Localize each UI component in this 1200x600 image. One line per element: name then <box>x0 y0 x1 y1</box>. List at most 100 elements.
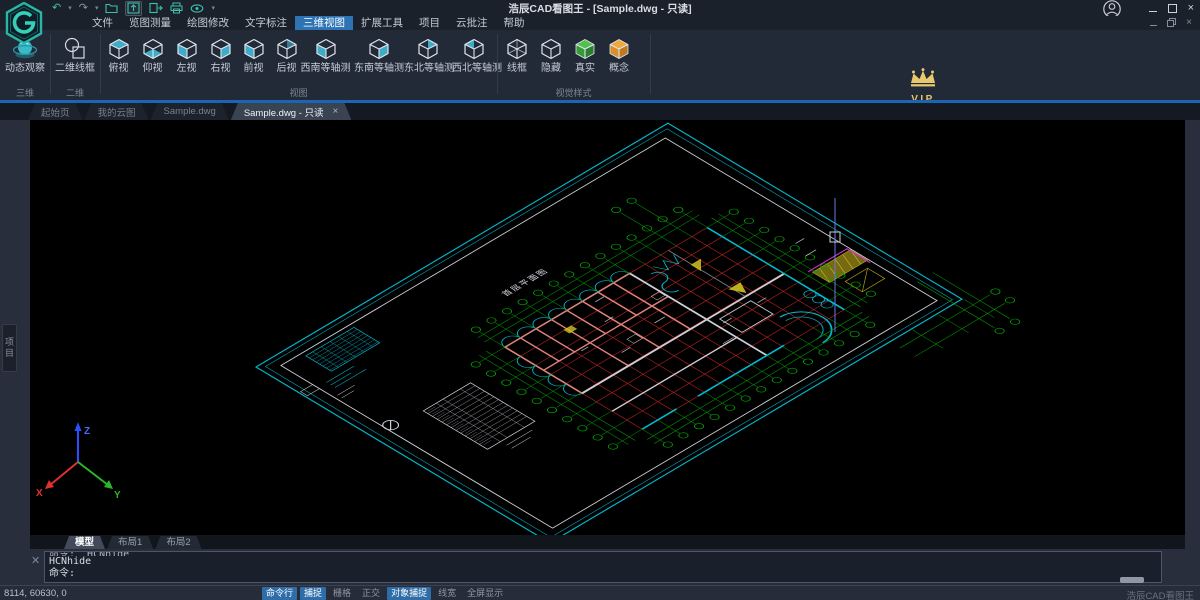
ribbon-group-label: 视图 <box>100 86 497 99</box>
sheet-group: 首层平面图 <box>256 120 1037 535</box>
ribbon-button-label: 前视 <box>237 63 270 74</box>
quick-access-toolbar: ↶ ▾ ↷ ▾ ▾ <box>52 1 215 15</box>
menu-item-6[interactable]: 扩展工具 <box>353 16 411 30</box>
close-button[interactable]: × <box>1188 3 1194 13</box>
menu-items: 文件览图测量绘图修改文字标注三维视图扩展工具项目云批注帮助 <box>84 16 533 30</box>
menu-item-9[interactable]: 帮助 <box>496 16 533 30</box>
ribbon-button-cube-bottom[interactable]: 仰视 <box>136 32 169 92</box>
menu-bar: 文件览图测量绘图修改文字标注三维视图扩展工具项目云批注帮助 × <box>0 16 1200 30</box>
cube-right-icon <box>204 35 237 63</box>
doc-restore-button[interactable] <box>1167 18 1176 27</box>
cube-left-icon <box>170 35 203 63</box>
doc-close-button[interactable]: × <box>1186 18 1192 27</box>
menu-item-8[interactable]: 云批注 <box>448 16 496 30</box>
ribbon-button-label: 线框 <box>500 63 534 74</box>
cube-nw-iso-icon <box>452 35 496 63</box>
status-toggle-7[interactable]: 全屏显示 <box>463 587 507 600</box>
ribbon-button-cube-hidden[interactable]: 隐藏 <box>534 32 568 92</box>
ribbon-button-label: 二维线框 <box>52 63 98 74</box>
ribbon-button-cube-conceptual[interactable]: 概念 <box>602 32 636 92</box>
cube-bottom-icon <box>136 35 169 63</box>
menu-item-4[interactable]: 文字标注 <box>237 16 295 30</box>
ribbon-button-cube-realistic[interactable]: 真实 <box>568 32 602 92</box>
document-window-controls: × <box>1150 18 1192 27</box>
app-logo-icon[interactable] <box>4 2 44 44</box>
ribbon-button-cube-front[interactable]: 前视 <box>237 32 270 92</box>
status-toggle-4[interactable]: 正交 <box>358 587 384 600</box>
menu-item-3[interactable]: 绘图修改 <box>179 16 237 30</box>
ribbon-button-label: 东北等轴测 <box>404 63 452 74</box>
menu-item-2[interactable]: 览图测量 <box>121 16 179 30</box>
ribbon-group-divider <box>497 34 498 94</box>
ribbon-button-label: 仰视 <box>136 63 169 74</box>
project-panel-tab[interactable]: 项目 <box>2 324 17 372</box>
ribbon-button-label: 隐藏 <box>534 63 568 74</box>
wireframe-2d-icon <box>52 35 98 63</box>
drawing-canvas[interactable]: 首层平面图 ZXY <box>30 120 1185 535</box>
status-toggle-1[interactable]: 命令行 <box>262 587 297 600</box>
document-tab-4[interactable]: Sample.dwg - 只读× <box>231 103 352 120</box>
ribbon-button-label: 左视 <box>170 63 203 74</box>
status-toggles: 命令行捕捉栅格正交对象捕捉线宽全屏显示 <box>262 587 507 600</box>
document-tab-2[interactable]: 我的云图 <box>85 103 149 120</box>
toolbar-more-caret-icon[interactable]: ▾ <box>211 2 215 15</box>
document-tab-label: 我的云图 <box>98 105 136 119</box>
layout-tab-1[interactable]: 模型 <box>64 536 105 549</box>
ribbon-group-divider <box>100 34 101 94</box>
ribbon-button-cube-wireframe[interactable]: 线框 <box>500 32 534 92</box>
ribbon-button-cube-se-iso[interactable]: 东南等轴测 <box>354 32 404 92</box>
command-console[interactable]: 命令: _HCNhide HCNhide 命令: <box>44 551 1162 583</box>
ribbon-button-cube-top[interactable]: 俯视 <box>102 32 135 92</box>
tab-close-icon[interactable]: × <box>333 107 339 117</box>
status-toggle-5[interactable]: 对象捕捉 <box>387 587 431 600</box>
cursor-coordinates: 8114, 60630, 0 <box>4 588 67 599</box>
redo-caret-icon[interactable]: ▾ <box>95 2 99 15</box>
ribbon-button-cube-left[interactable]: 左视 <box>170 32 203 92</box>
menu-item-7[interactable]: 项目 <box>411 16 448 30</box>
application-window: ↶▾↷▾▾ 浩辰CAD看图王 - [Sample.dwg - 只读] × 文件览… <box>0 0 1200 600</box>
ribbon-group-label: 视觉样式 <box>497 86 650 99</box>
title-bar: ↶▾↷▾▾ 浩辰CAD看图王 - [Sample.dwg - 只读] × <box>0 0 1200 16</box>
ribbon-button-label: 东南等轴测 <box>354 63 404 74</box>
status-toggle-3[interactable]: 栅格 <box>329 587 355 600</box>
ribbon-button-label: 右视 <box>204 63 237 74</box>
command-prompt[interactable]: 命令: <box>45 568 1161 580</box>
ribbon-button-wireframe-2d[interactable]: 二维线框 <box>52 32 98 92</box>
print-icon[interactable] <box>170 2 183 15</box>
maximize-button[interactable] <box>1168 3 1177 13</box>
export-icon[interactable] <box>149 2 163 15</box>
cube-hidden-icon <box>534 35 568 63</box>
minimize-button[interactable] <box>1149 3 1157 13</box>
menu-item-5[interactable]: 三维视图 <box>295 16 353 30</box>
document-tab-bar: 起始页 我的云图 Sample.dwgSample.dwg - 只读× <box>0 103 1200 120</box>
cube-realistic-icon <box>568 35 602 63</box>
ribbon-button-cube-sw-iso[interactable]: 西南等轴测 <box>297 32 354 92</box>
ribbon-button-cube-ne-iso[interactable]: 东北等轴测 <box>404 32 452 92</box>
status-toggle-6[interactable]: 线宽 <box>434 587 460 600</box>
document-tab-1[interactable]: 起始页 <box>28 103 83 120</box>
status-toggle-2[interactable]: 捕捉 <box>300 587 326 600</box>
command-window-close-icon[interactable]: ✕ <box>31 556 40 567</box>
layout-tab-bar: 模型布局1布局2 <box>30 535 1185 549</box>
ribbon-group-divider <box>50 34 51 94</box>
undo-caret-icon[interactable]: ▾ <box>68 2 72 15</box>
open-folder-icon[interactable] <box>105 2 118 15</box>
command-scrollbar-thumb[interactable] <box>1120 577 1144 583</box>
doc-minimize-button[interactable] <box>1150 18 1157 27</box>
redo-icon[interactable]: ↷ <box>79 2 88 15</box>
layout-tab-3[interactable]: 布局2 <box>155 536 201 549</box>
undo-icon[interactable]: ↶ <box>52 2 61 15</box>
ucs-axis-icon: ZXY <box>36 422 121 501</box>
save-icon[interactable] <box>125 1 142 16</box>
document-tab-3[interactable]: Sample.dwg <box>151 103 229 120</box>
ribbon-button-label: 俯视 <box>102 63 135 74</box>
ribbon-button-label: 西北等轴测 <box>452 63 496 74</box>
cube-wireframe-icon <box>500 35 534 63</box>
cube-top-icon <box>102 35 135 63</box>
ribbon-button-cube-right[interactable]: 右视 <box>204 32 237 92</box>
document-tab-label: 起始页 <box>41 105 70 119</box>
menu-item-1[interactable]: 文件 <box>84 16 121 30</box>
ribbon-button-cube-nw-iso[interactable]: 西北等轴测 <box>452 32 496 92</box>
view-settings-icon[interactable] <box>190 2 204 15</box>
layout-tab-2[interactable]: 布局1 <box>107 536 153 549</box>
